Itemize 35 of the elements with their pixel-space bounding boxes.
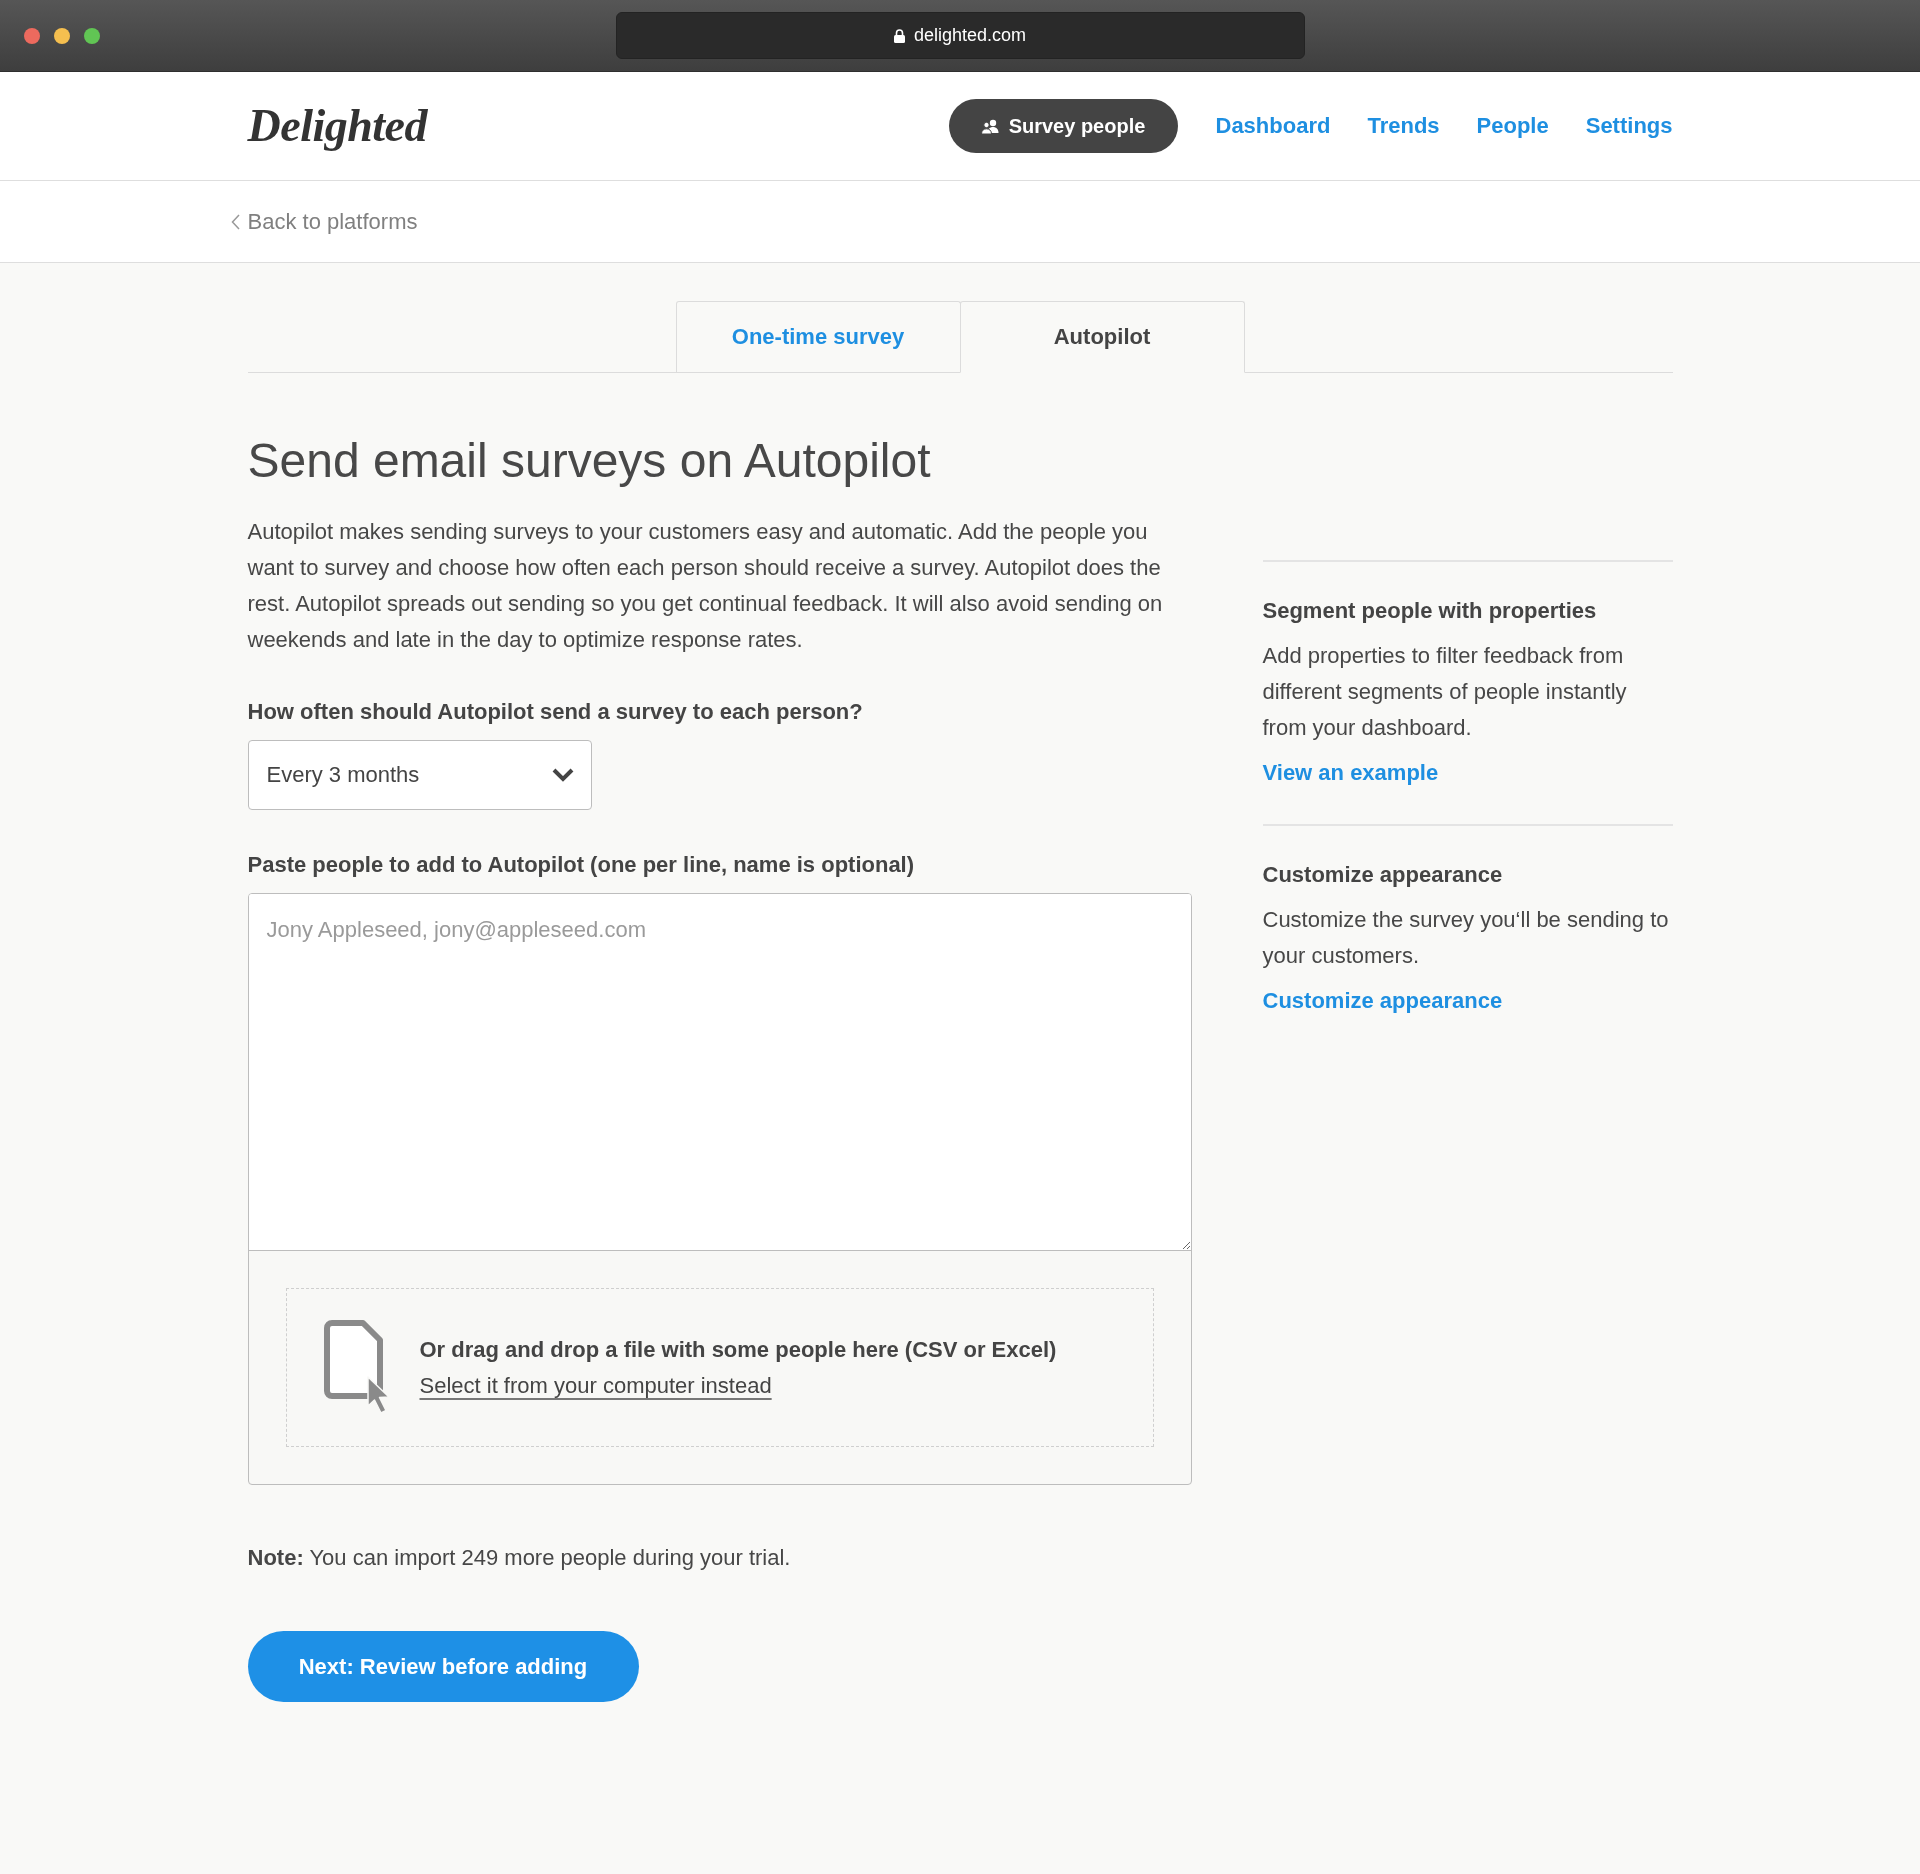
page-title: Send email surveys on Autopilot — [247, 433, 932, 489]
tab[interactable]: One-time survey — [675, 301, 961, 372]
tab[interactable]: Autopilot — [959, 301, 1245, 373]
field-label: Paste people to add to Autopilot (one per line, name is optional) — [247, 851, 916, 879]
address-bar[interactable]: delighted.com — [615, 12, 1305, 59]
sidebar-heading: Segment people with properties — [1262, 597, 1598, 625]
nav-link[interactable]: People — [1476, 113, 1549, 139]
maximize-icon[interactable] — [84, 27, 100, 44]
sidebar-text: Customize the survey you‘ll be sending to your customers. — [1262, 906, 1670, 970]
close-icon[interactable] — [24, 27, 40, 44]
lock-icon — [893, 28, 905, 43]
back-link[interactable]: Back to platforms — [230, 208, 418, 235]
select-file-link[interactable]: Select it from your computer instead — [419, 1367, 772, 1404]
sidebar-heading: Customize appearance — [1262, 861, 1504, 889]
file-drop-zone[interactable]: Or drag and drop a file with some people here (CSV or Excel) Select it from your computer instead — [285, 1288, 1154, 1447]
nav-link[interactable]: Trends — [1367, 113, 1440, 139]
drop-zone-text: Or drag and drop a file with some people here (CSV or Excel) — [419, 1335, 1057, 1364]
nav-link[interactable]: Settings — [1585, 113, 1673, 139]
sidebar-link[interactable]: View an example — [1262, 760, 1439, 785]
survey-people-button[interactable]: Survey people — [948, 99, 1178, 153]
minimize-icon[interactable] — [54, 27, 70, 44]
frequency-select[interactable]: Every 3 months — [247, 740, 592, 810]
note-text: Note: You can import 249 more people during your trial. — [247, 1544, 792, 1572]
people-textarea[interactable]: Jony Appleseed, jony@appleseed.com — [248, 894, 1191, 1251]
chevron-left-icon — [230, 213, 240, 230]
intro-text: Autopilot makes sending surveys to your customers easy and automatic. Add the people you want to survey and choose how often each person should receive a survey. Autopilot does the rest. Autopilot spreads out sending so you get continual feedback. It will also avoid sending on weekends and late in the day to optimize response rates. — [247, 518, 1164, 654]
chevron-down-icon — [551, 768, 574, 782]
nav-link[interactable]: Dashboard — [1215, 113, 1331, 139]
file-pointer-icon — [323, 1320, 391, 1415]
people-icon — [980, 118, 999, 134]
logo[interactable]: Delighted — [247, 103, 427, 149]
sidebar-link[interactable]: Customize appearance — [1262, 988, 1503, 1013]
field-label: How often should Autopilot send a survey to each person? — [247, 698, 864, 726]
next-button[interactable]: Next: Review before adding — [247, 1631, 639, 1702]
sidebar-text: Add properties to filter feedback from different segments of people instantly from your dashboard. — [1262, 642, 1628, 742]
